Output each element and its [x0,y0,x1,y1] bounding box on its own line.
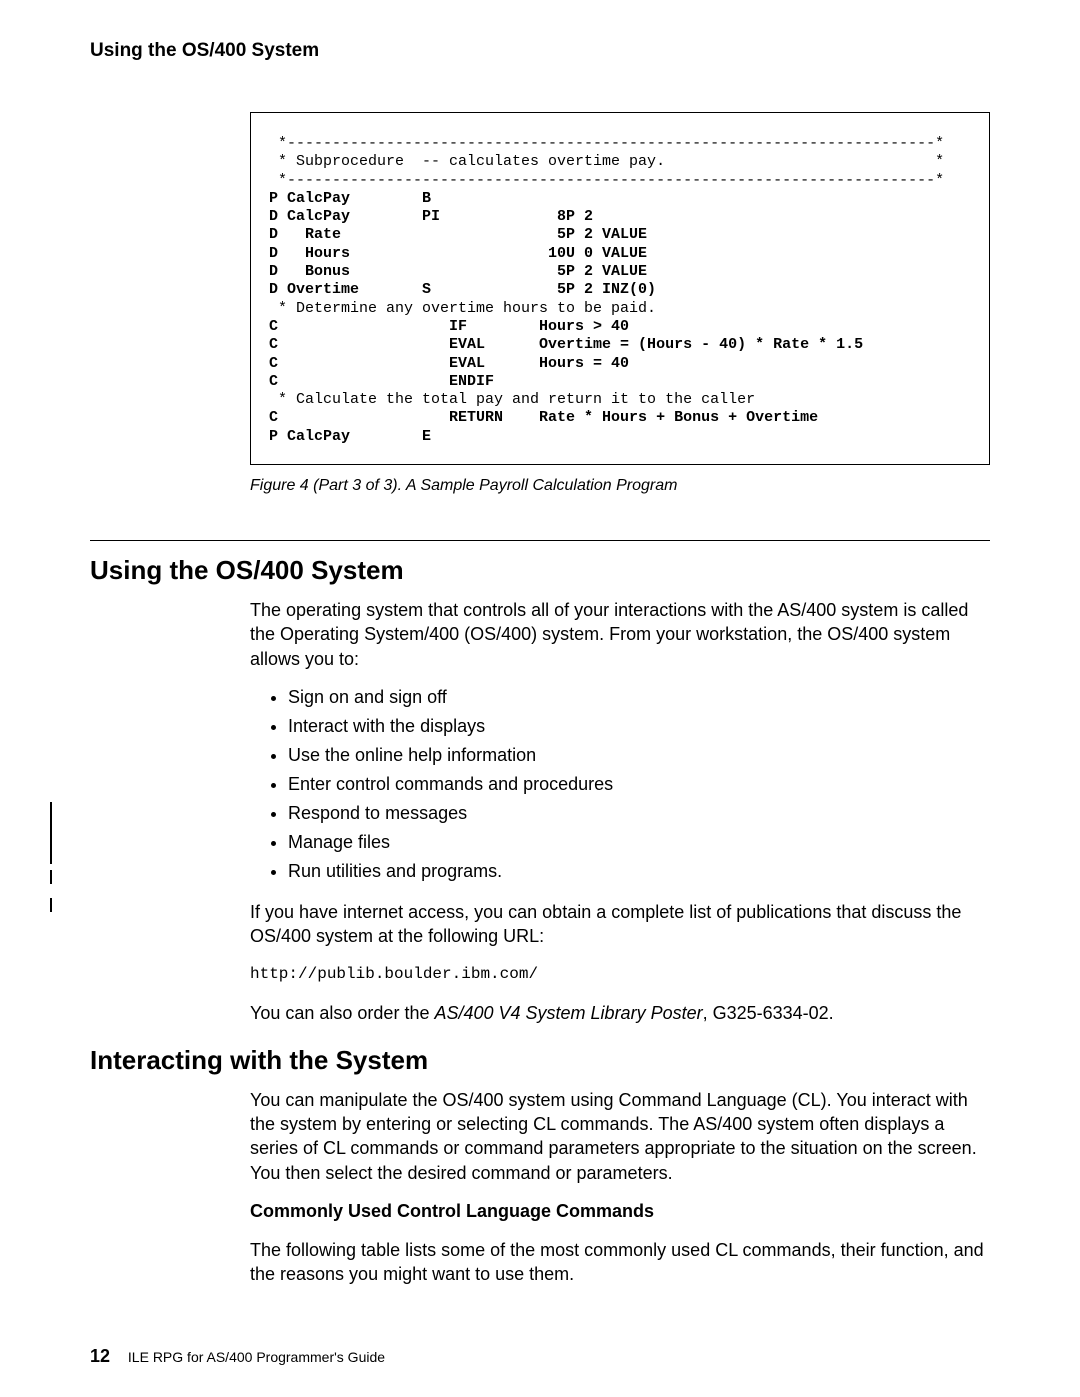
url-text: http://publib.boulder.ibm.com/ [250,965,990,983]
list-item: Sign on and sign off [288,687,990,708]
code-line: C ENDIF [269,373,969,391]
paragraph: If you have internet access, you can obt… [250,900,990,949]
bullet-list: Sign on and sign off Interact with the di… [270,687,990,882]
code-line: P CalcPay E [269,428,969,446]
paragraph: The following table lists some of the mo… [250,1238,990,1287]
running-header: Using the OS/400 System [90,40,990,62]
section-heading-interacting: Interacting with the System [90,1045,990,1076]
code-line: * Determine any overtime hours to be pai… [269,300,969,318]
code-line: C EVAL Hours = 40 [269,355,969,373]
section-rule [90,540,990,541]
code-line: D Rate 5P 2 VALUE [269,226,969,244]
change-bar [50,870,52,884]
code-line: C RETURN Rate * Hours + Bonus + Overtime [269,409,969,427]
code-line: * Calculate the total pay and return it … [269,391,969,409]
page-number: 12 [90,1346,110,1366]
code-line: D Bonus 5P 2 VALUE [269,263,969,281]
code-line: D Overtime S 5P 2 INZ(0) [269,281,969,299]
change-bar [50,898,52,912]
code-line: *---------------------------------------… [269,172,969,190]
page-footer: 12 ILE RPG for AS/400 Programmer's Guide [90,1346,385,1367]
code-line: *---------------------------------------… [269,135,969,153]
change-bar [50,802,52,864]
code-line: D Hours 10U 0 VALUE [269,245,969,263]
list-item: Manage files [288,832,990,853]
code-line: P CalcPay B [269,190,969,208]
text-run: , G325-6334-02. [703,1003,834,1023]
list-item: Use the online help information [288,745,990,766]
code-line: D CalcPay PI 8P 2 [269,208,969,226]
text-run: You can also order the [250,1003,434,1023]
section-heading-using: Using the OS/400 System [90,555,990,586]
code-line: C EVAL Overtime = (Hours - 40) * Rate * … [269,336,969,354]
code-line: C IF Hours > 40 [269,318,969,336]
figure-caption: Figure 4 (Part 3 of 3). A Sample Payroll… [250,477,990,495]
list-item: Enter control commands and procedures [288,774,990,795]
italic-run: AS/400 V4 System Library Poster [434,1003,702,1023]
list-item: Interact with the displays [288,716,990,737]
paragraph: You can also order the AS/400 V4 System … [250,1001,990,1025]
subheading: Commonly Used Control Language Commands [250,1201,990,1222]
book-title: ILE RPG for AS/400 Programmer's Guide [128,1349,385,1365]
code-listing: *---------------------------------------… [250,112,990,465]
list-item: Respond to messages [288,803,990,824]
code-line: * Subprocedure -- calculates overtime pa… [269,153,969,171]
paragraph: You can manipulate the OS/400 system usi… [250,1088,990,1185]
paragraph: The operating system that controls all o… [250,598,990,671]
list-item: Run utilities and programs. [288,861,990,882]
